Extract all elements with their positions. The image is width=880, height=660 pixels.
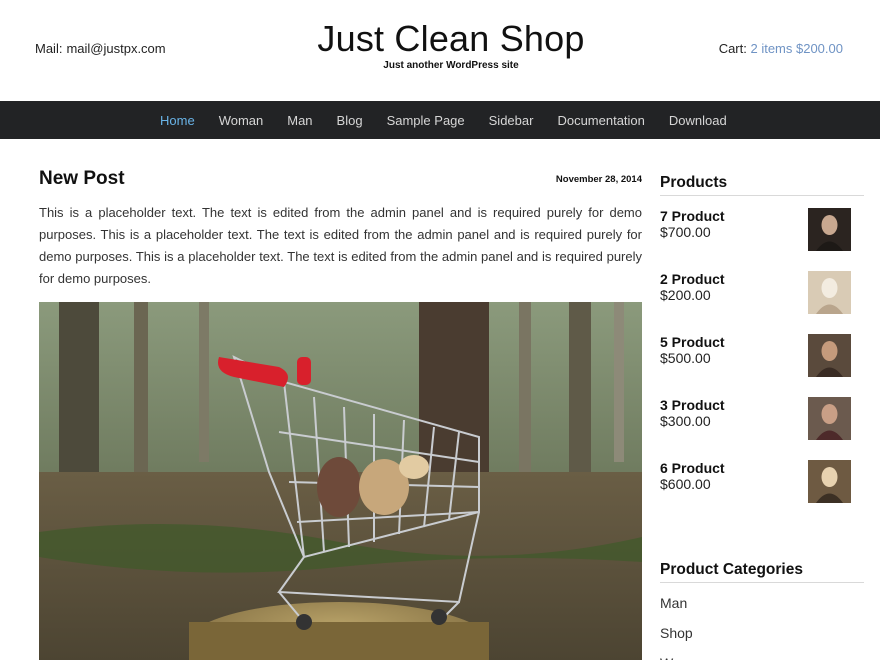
product-thumbnail[interactable] [808, 397, 851, 440]
nav-item-documentation[interactable]: Documentation [545, 101, 656, 139]
nav-menu: Home Woman Man Blog Sample Page Sidebar Docume… [148, 101, 739, 139]
forest-shopping-cart-photo [39, 302, 642, 660]
product-thumbnail[interactable] [808, 271, 851, 314]
category-item-shop[interactable]: Shop [660, 623, 864, 653]
product-list: 7 Product $700.00 2 Product $200.00 5 Produc… [660, 208, 864, 523]
site-tagline: Just another WordPress site [383, 60, 519, 71]
nav-item-woman[interactable]: Woman [207, 101, 276, 139]
product-item[interactable]: 2 Product $200.00 [660, 271, 864, 334]
sidebar: Products 7 Product $700.00 2 Product $200.0… [660, 174, 864, 660]
cart-label: Cart: [718, 41, 747, 56]
nav-item-sidebar[interactable]: Sidebar [477, 101, 546, 139]
site-header: Mail: mail@justpx.com Just Clean Shop Jus… [0, 0, 880, 101]
category-item-man[interactable]: Man [660, 593, 864, 623]
category-list: ManShopWoman [660, 593, 864, 660]
post-title[interactable]: New Post [39, 168, 642, 190]
blog-post: New Post November 28, 2014 This is a pla… [39, 168, 642, 660]
nav-item-blog[interactable]: Blog [325, 101, 375, 139]
post-image [39, 302, 642, 660]
product-item[interactable]: 3 Product $300.00 [660, 397, 864, 460]
product-thumbnail[interactable] [808, 334, 851, 377]
categories-widget-title: Product Categories [660, 561, 864, 583]
product-thumbnail[interactable] [808, 208, 851, 251]
products-widget-title: Products [660, 174, 864, 196]
nav-item-sample-page[interactable]: Sample Page [375, 101, 477, 139]
cart-link[interactable]: 2 items $200.00 [750, 41, 843, 56]
product-item[interactable]: 7 Product $700.00 [660, 208, 864, 271]
header-cart: Cart: 2 items $200.00 [719, 41, 843, 56]
nav-item-download[interactable]: Download [657, 101, 739, 139]
nav-item-home[interactable]: Home [148, 101, 207, 139]
categories-widget: Product Categories ManShopWoman [660, 561, 864, 660]
nav-item-man[interactable]: Man [275, 101, 324, 139]
post-body: This is a placeholder text. The text is … [39, 205, 642, 286]
product-thumbnail[interactable] [808, 460, 851, 503]
product-item[interactable]: 5 Product $500.00 [660, 334, 864, 397]
product-item[interactable]: 6 Product $600.00 [660, 460, 864, 523]
category-item-woman[interactable]: Woman [660, 653, 864, 660]
post-date: November 28, 2014 [555, 174, 642, 185]
main-navigation: Home Woman Man Blog Sample Page Sidebar Docume… [0, 101, 880, 139]
